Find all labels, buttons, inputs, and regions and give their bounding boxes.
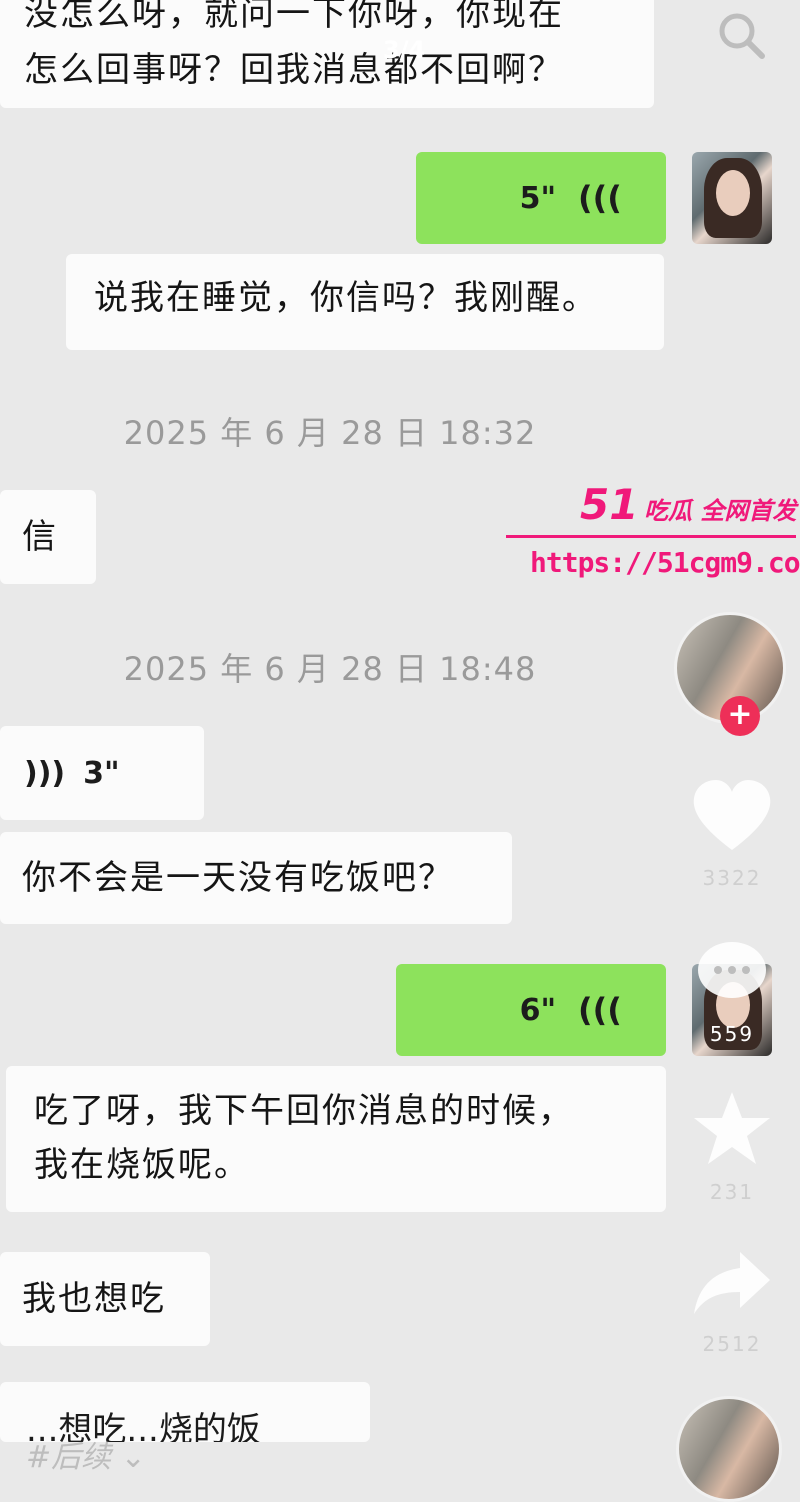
message-bubble: 我也想吃 — [0, 1252, 210, 1346]
voice-duration: 5" — [519, 180, 557, 216]
voice-wave-icon: ))) — [578, 179, 622, 217]
like-count: 3322 — [702, 866, 762, 890]
comment-count: 559 — [709, 1022, 755, 1046]
timestamp: 2025 年 6 月 28 日 18:48 — [123, 650, 537, 688]
message-bubble: 吃了呀，我下午回你消息的时候， 我在烧饭呢。 — [6, 1066, 666, 1212]
comment-icon[interactable] — [682, 938, 782, 1012]
message-text: 我也想吃 — [22, 1279, 166, 1319]
message-bubble-top: 没怎么呀，就问一下你呀，你现在 怎么回事呀？回我消息都不回啊？ — [0, 0, 654, 108]
message-line: 怎么回事呀？回我消息都不回啊？ — [24, 50, 564, 90]
message-text: 你不会是一天没有吃饭吧？ — [22, 858, 454, 898]
voice-duration: 6" — [519, 992, 557, 1028]
follow-plus-icon[interactable]: + — [720, 696, 760, 736]
voice-message-incoming[interactable]: ))) 3" — [0, 726, 204, 820]
message-bubble: 信 — [0, 490, 96, 584]
voice-message-outgoing[interactable]: 5" ))) — [416, 152, 666, 244]
voice-message-outgoing[interactable]: 6" ))) — [396, 964, 666, 1056]
message-line: 没怎么呀，就问一下你呀，你现在 — [24, 0, 564, 34]
message-line: 我在烧饭呢。 — [34, 1145, 250, 1185]
share-icon[interactable] — [682, 1248, 782, 1322]
message-bubble: 说我在睡觉，你信吗？我刚醒。 — [66, 254, 664, 350]
favorite-count: 231 — [709, 1180, 755, 1204]
voice-wave-icon: ))) — [24, 755, 66, 791]
message-text: 信 — [22, 517, 58, 557]
message-text: 说我在睡觉，你信吗？我刚醒。 — [94, 278, 598, 318]
message-bubble: 你不会是一天没有吃饭吧？ — [0, 832, 512, 924]
message-line: 吃了呀，我下午回你消息的时候， — [34, 1091, 574, 1131]
video-action-rail: + 3322 559 231 2512 — [674, 0, 800, 1502]
brand-number: 51 — [580, 480, 639, 529]
hashtag[interactable]: #后续 ⌄ — [26, 1432, 146, 1476]
timestamp: 2025 年 6 月 28 日 18:32 — [123, 414, 537, 452]
music-disc-avatar[interactable] — [676, 1396, 782, 1502]
share-count: 2512 — [702, 1332, 762, 1356]
page-indicator: 3/4 — [383, 36, 426, 64]
star-icon[interactable] — [682, 1090, 782, 1170]
voice-wave-icon: ))) — [578, 991, 622, 1029]
voice-duration: 3" — [83, 755, 120, 791]
heart-icon[interactable] — [682, 778, 782, 858]
